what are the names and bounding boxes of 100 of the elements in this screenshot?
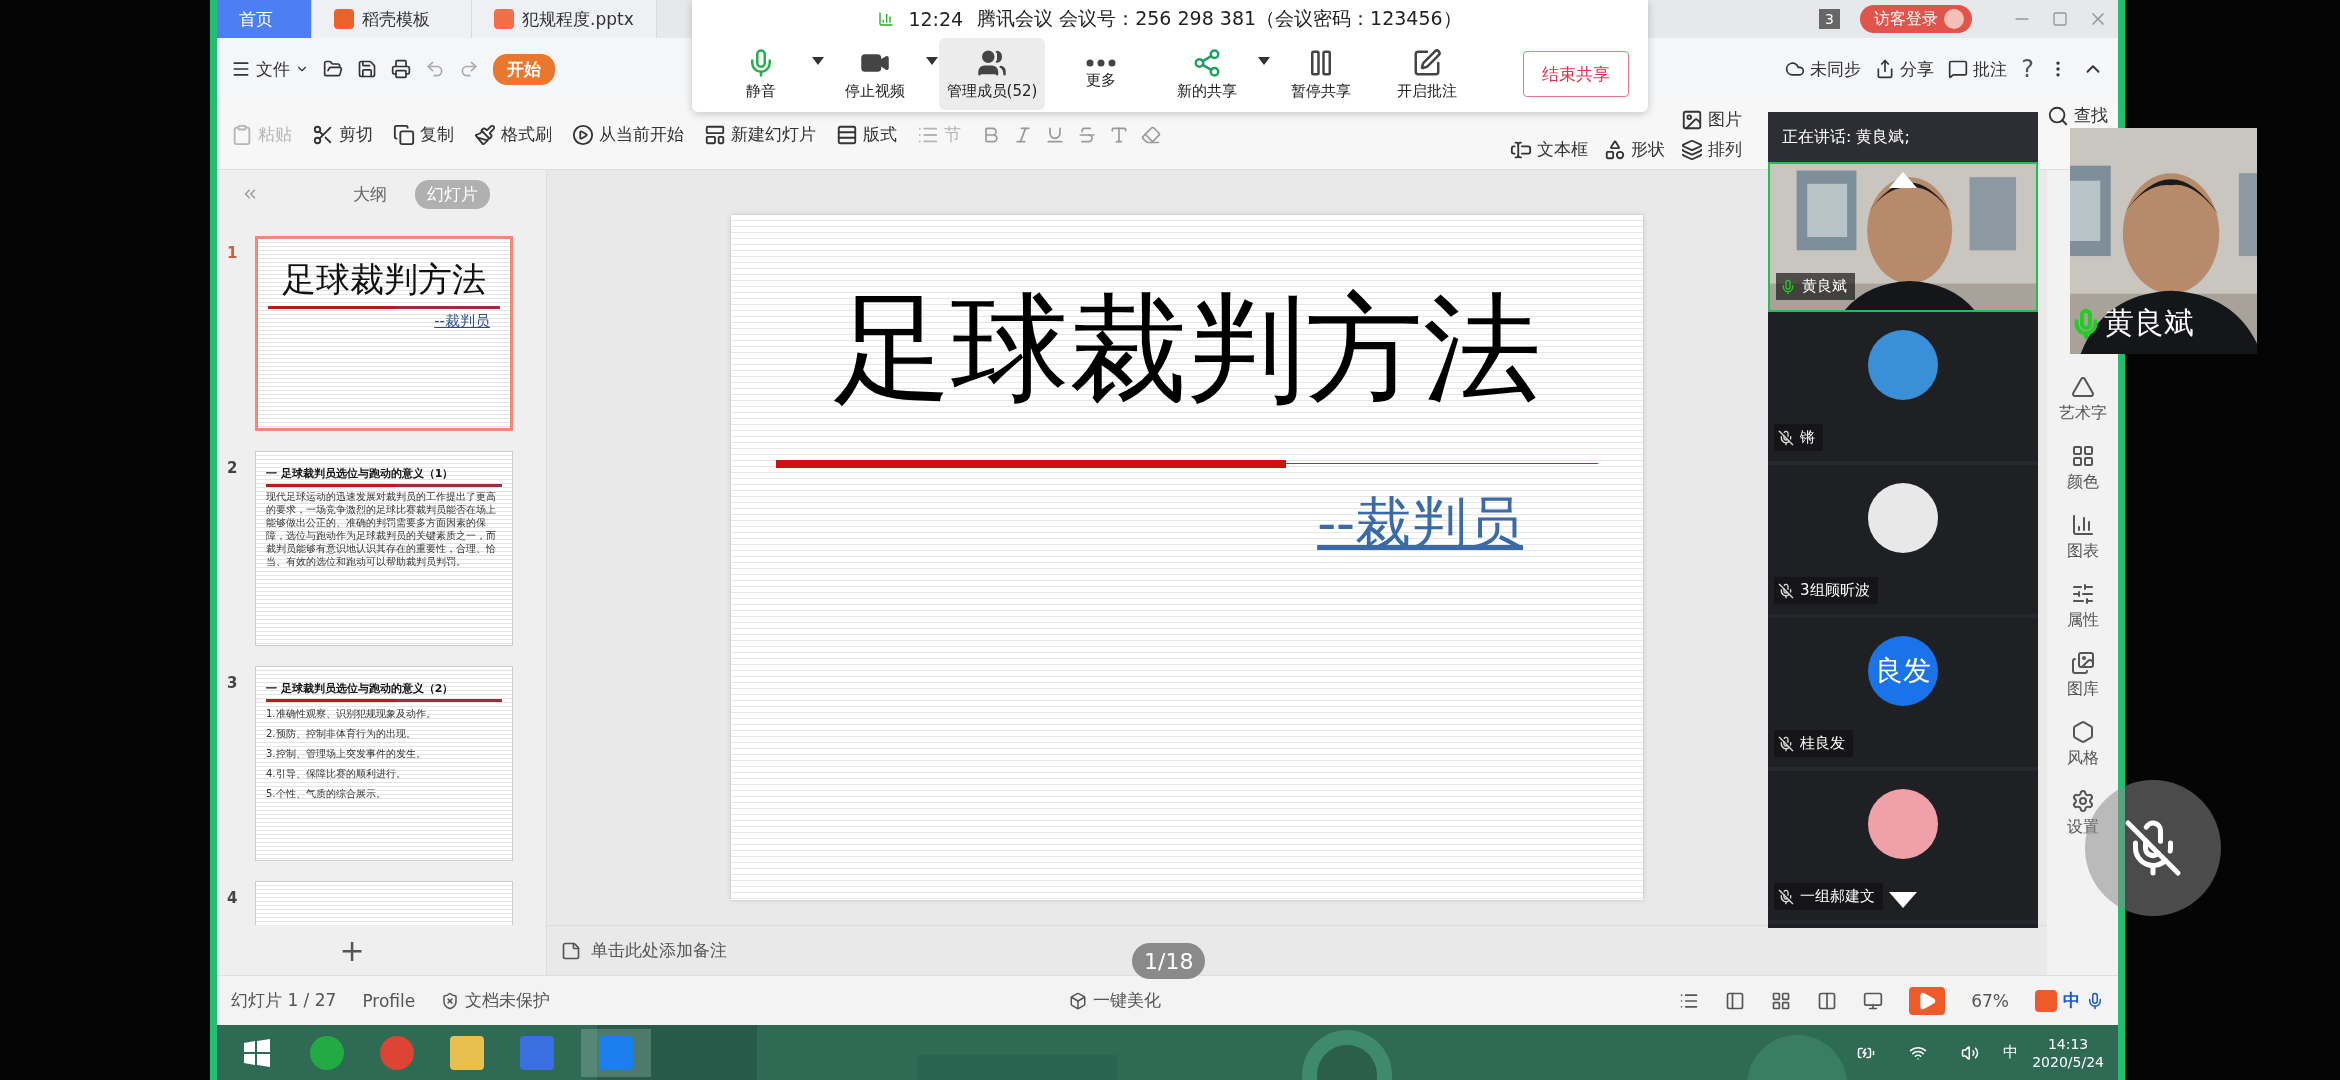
file-menu[interactable]: 文件	[231, 57, 309, 81]
italic-icon	[1013, 124, 1033, 145]
side-tool[interactable]: 颜色	[2066, 444, 2099, 493]
meeting-button[interactable]: 管理成员(52)	[938, 38, 1046, 110]
save-icon[interactable]	[357, 59, 377, 79]
ribbon-button[interactable]: 查找	[2047, 104, 2108, 127]
side-tool[interactable]: 属性	[2066, 582, 2099, 631]
ribbon-button[interactable]: 从当前开始	[572, 123, 684, 146]
guest-login-button[interactable]: 访客登录	[1860, 5, 1972, 33]
clipboard-icon	[231, 123, 253, 146]
normal-view-icon[interactable]	[1725, 990, 1746, 1011]
triangle-icon	[2070, 375, 2095, 399]
ribbon-button[interactable]: 复制	[393, 123, 454, 146]
thumbnail-heading: 一 足球裁判员选位与跑动的意义（2）	[266, 681, 455, 696]
layout-icon	[836, 123, 858, 146]
slide-number: 4	[227, 888, 239, 909]
layers-icon	[1681, 138, 1703, 161]
play-icon	[572, 123, 594, 146]
input-method-indicator[interactable]: 中	[2003, 1043, 2019, 1062]
add-slide-button[interactable]: +	[307, 932, 397, 968]
ribbon-button[interactable]: 形状	[1604, 138, 1665, 161]
thumbnail-text: 2.预防、控制非体育行为的出现。	[266, 727, 417, 741]
thumbnail-text: 3.控制、管理场上突发事件的发生。	[266, 747, 427, 761]
settings-icon	[2070, 789, 2095, 813]
clock[interactable]: 14:13 2020/5/24	[2032, 1034, 2104, 1071]
end-share-button[interactable]: 结束共享	[1523, 51, 1630, 97]
play-button[interactable]	[1909, 986, 1946, 1015]
profile-label[interactable]: Profile	[362, 990, 416, 1011]
ribbon-button[interactable]: 剪切	[312, 123, 373, 146]
help-button[interactable]: ?	[2021, 55, 2034, 83]
thumbnail-text: 1.准确性观察、识别犯规现象及动作。	[266, 707, 437, 721]
beautify-button[interactable]: 一键美化	[1068, 989, 1161, 1012]
participant-name: 锵	[1800, 428, 1815, 447]
ribbon-button[interactable]: 图片	[1681, 108, 1742, 131]
menu-icon	[231, 59, 251, 79]
meeting-button[interactable]: 新的共享	[1157, 38, 1258, 110]
slide-thumbnail[interactable]: 一 足球裁判员选位与跑动的意义（1） 现代足球运动的迅速发展对裁判员的工作提出了更高的要求，一场竞争激烈的足球比赛裁判员能否在场上能够做出公正的、准确的判罚需要多方面因素的保障，选位与跑动作为足球裁判员的关键素质之一，而裁判员能够有意识地认识其存在的重要性，合理、恰当、有效的选位和跑动可以帮助裁判员判罚。	[255, 451, 513, 646]
sliders-icon	[2070, 582, 2095, 606]
protection-status[interactable]: 文档未保护	[441, 989, 551, 1012]
scroll-down-icon[interactable]	[1889, 892, 1917, 908]
avatar-icon	[1944, 9, 1964, 29]
grid-view-icon[interactable]	[1771, 990, 1792, 1011]
document-tab[interactable]: 犯规程度.pptx	[472, 0, 657, 38]
participant-name: 一组郝建文	[1800, 887, 1875, 906]
panel-tab[interactable]: 大纲	[341, 179, 399, 209]
speaking-label: 正在讲话: 黄良斌;	[1782, 126, 1910, 148]
slide-number: 3	[227, 673, 239, 694]
slide-count: 幻灯片 1 / 27	[231, 989, 337, 1012]
slide-thumbnail[interactable]: 一 足球裁判员选位与跑动的意义（2） 1.准确性观察、识别犯规现象及动作。 2.预防、控制非体育行为的出现。 3.控制、管理场上突发事件的发生。 4.引导、保障比赛的顺利进行。 5.个性、气质的综合展示。	[255, 666, 513, 861]
document-tab[interactable]: 稻壳模板	[312, 0, 472, 38]
participant-name: 桂良发	[1800, 734, 1845, 753]
side-tool[interactable]: 风格	[2066, 720, 2099, 769]
presenter-view-icon[interactable]	[1863, 990, 1884, 1011]
toolbar-button[interactable]: 分享	[1875, 57, 1935, 81]
muted-microphone-icon	[2123, 818, 2183, 878]
meeting-time: 12:24	[908, 8, 964, 30]
input-method-bar[interactable]: 中	[2035, 989, 2104, 1012]
avatar: 良发	[1868, 636, 1938, 706]
side-tool[interactable]: 设置	[2066, 789, 2099, 838]
play-icon	[1917, 990, 1938, 1011]
ribbon-button[interactable]: 格式刷	[474, 123, 552, 146]
ribbon-button[interactable]: 排列	[1681, 138, 1742, 161]
thumbnail-text: 4.引导、保障比赛的顺利进行。	[266, 767, 407, 781]
reading-view-icon[interactable]	[1817, 990, 1838, 1011]
document-tab[interactable]: 首页	[217, 0, 312, 38]
printer-icon[interactable]	[391, 59, 411, 79]
ribbon-button[interactable]: 版式	[836, 123, 897, 146]
scissors-icon	[312, 123, 334, 146]
zoom-level[interactable]: 67%	[1971, 990, 2009, 1011]
meeting-button[interactable]: 静音	[710, 38, 811, 110]
caret-icon[interactable]	[924, 56, 939, 66]
side-tool[interactable]: 图库	[2066, 651, 2099, 700]
side-tool[interactable]: 图表	[2066, 513, 2099, 562]
slide-number: 2	[227, 458, 239, 479]
slide-subtitle: --裁判员	[1317, 489, 1523, 557]
video-tile[interactable]: 黄良斌	[1768, 162, 2038, 312]
copy-icon	[393, 123, 415, 146]
meeting-button[interactable]: 更多	[1051, 38, 1152, 110]
window-count[interactable]: 3	[1819, 9, 1840, 29]
meeting-button[interactable]: 开启批注	[1377, 38, 1478, 110]
side-tool[interactable]: 艺术字	[2058, 375, 2107, 424]
ribbon-button[interactable]: 新建幻灯片	[704, 123, 816, 146]
notes-placeholder[interactable]: 单击此处添加备注	[591, 939, 727, 962]
scroll-up-icon[interactable]	[1889, 172, 1917, 188]
grid-icon	[2070, 444, 2095, 468]
volume-icon[interactable]	[1961, 1043, 1980, 1062]
slide-thumbnail[interactable]: 足球裁判方法 --裁判员	[255, 236, 513, 431]
image-icon	[2070, 651, 2095, 675]
ribbon-button[interactable]: 文本框	[1510, 138, 1588, 161]
toolbar-button[interactable]: 批注	[1948, 57, 2008, 81]
caret-icon[interactable]	[810, 56, 825, 66]
open-icon[interactable]	[323, 59, 343, 79]
slide-number: 1	[227, 243, 239, 264]
meeting-button[interactable]: 暂停共享	[1271, 38, 1372, 110]
thumbnail-text: 5.个性、气质的综合展示。	[266, 787, 387, 801]
meeting-button[interactable]: 停止视频	[824, 38, 925, 110]
caret-icon[interactable]	[1257, 56, 1272, 66]
toolbar-button[interactable]: 未同步	[1785, 57, 1862, 81]
hexagon-icon	[2070, 720, 2095, 744]
slide-icon	[704, 123, 726, 146]
